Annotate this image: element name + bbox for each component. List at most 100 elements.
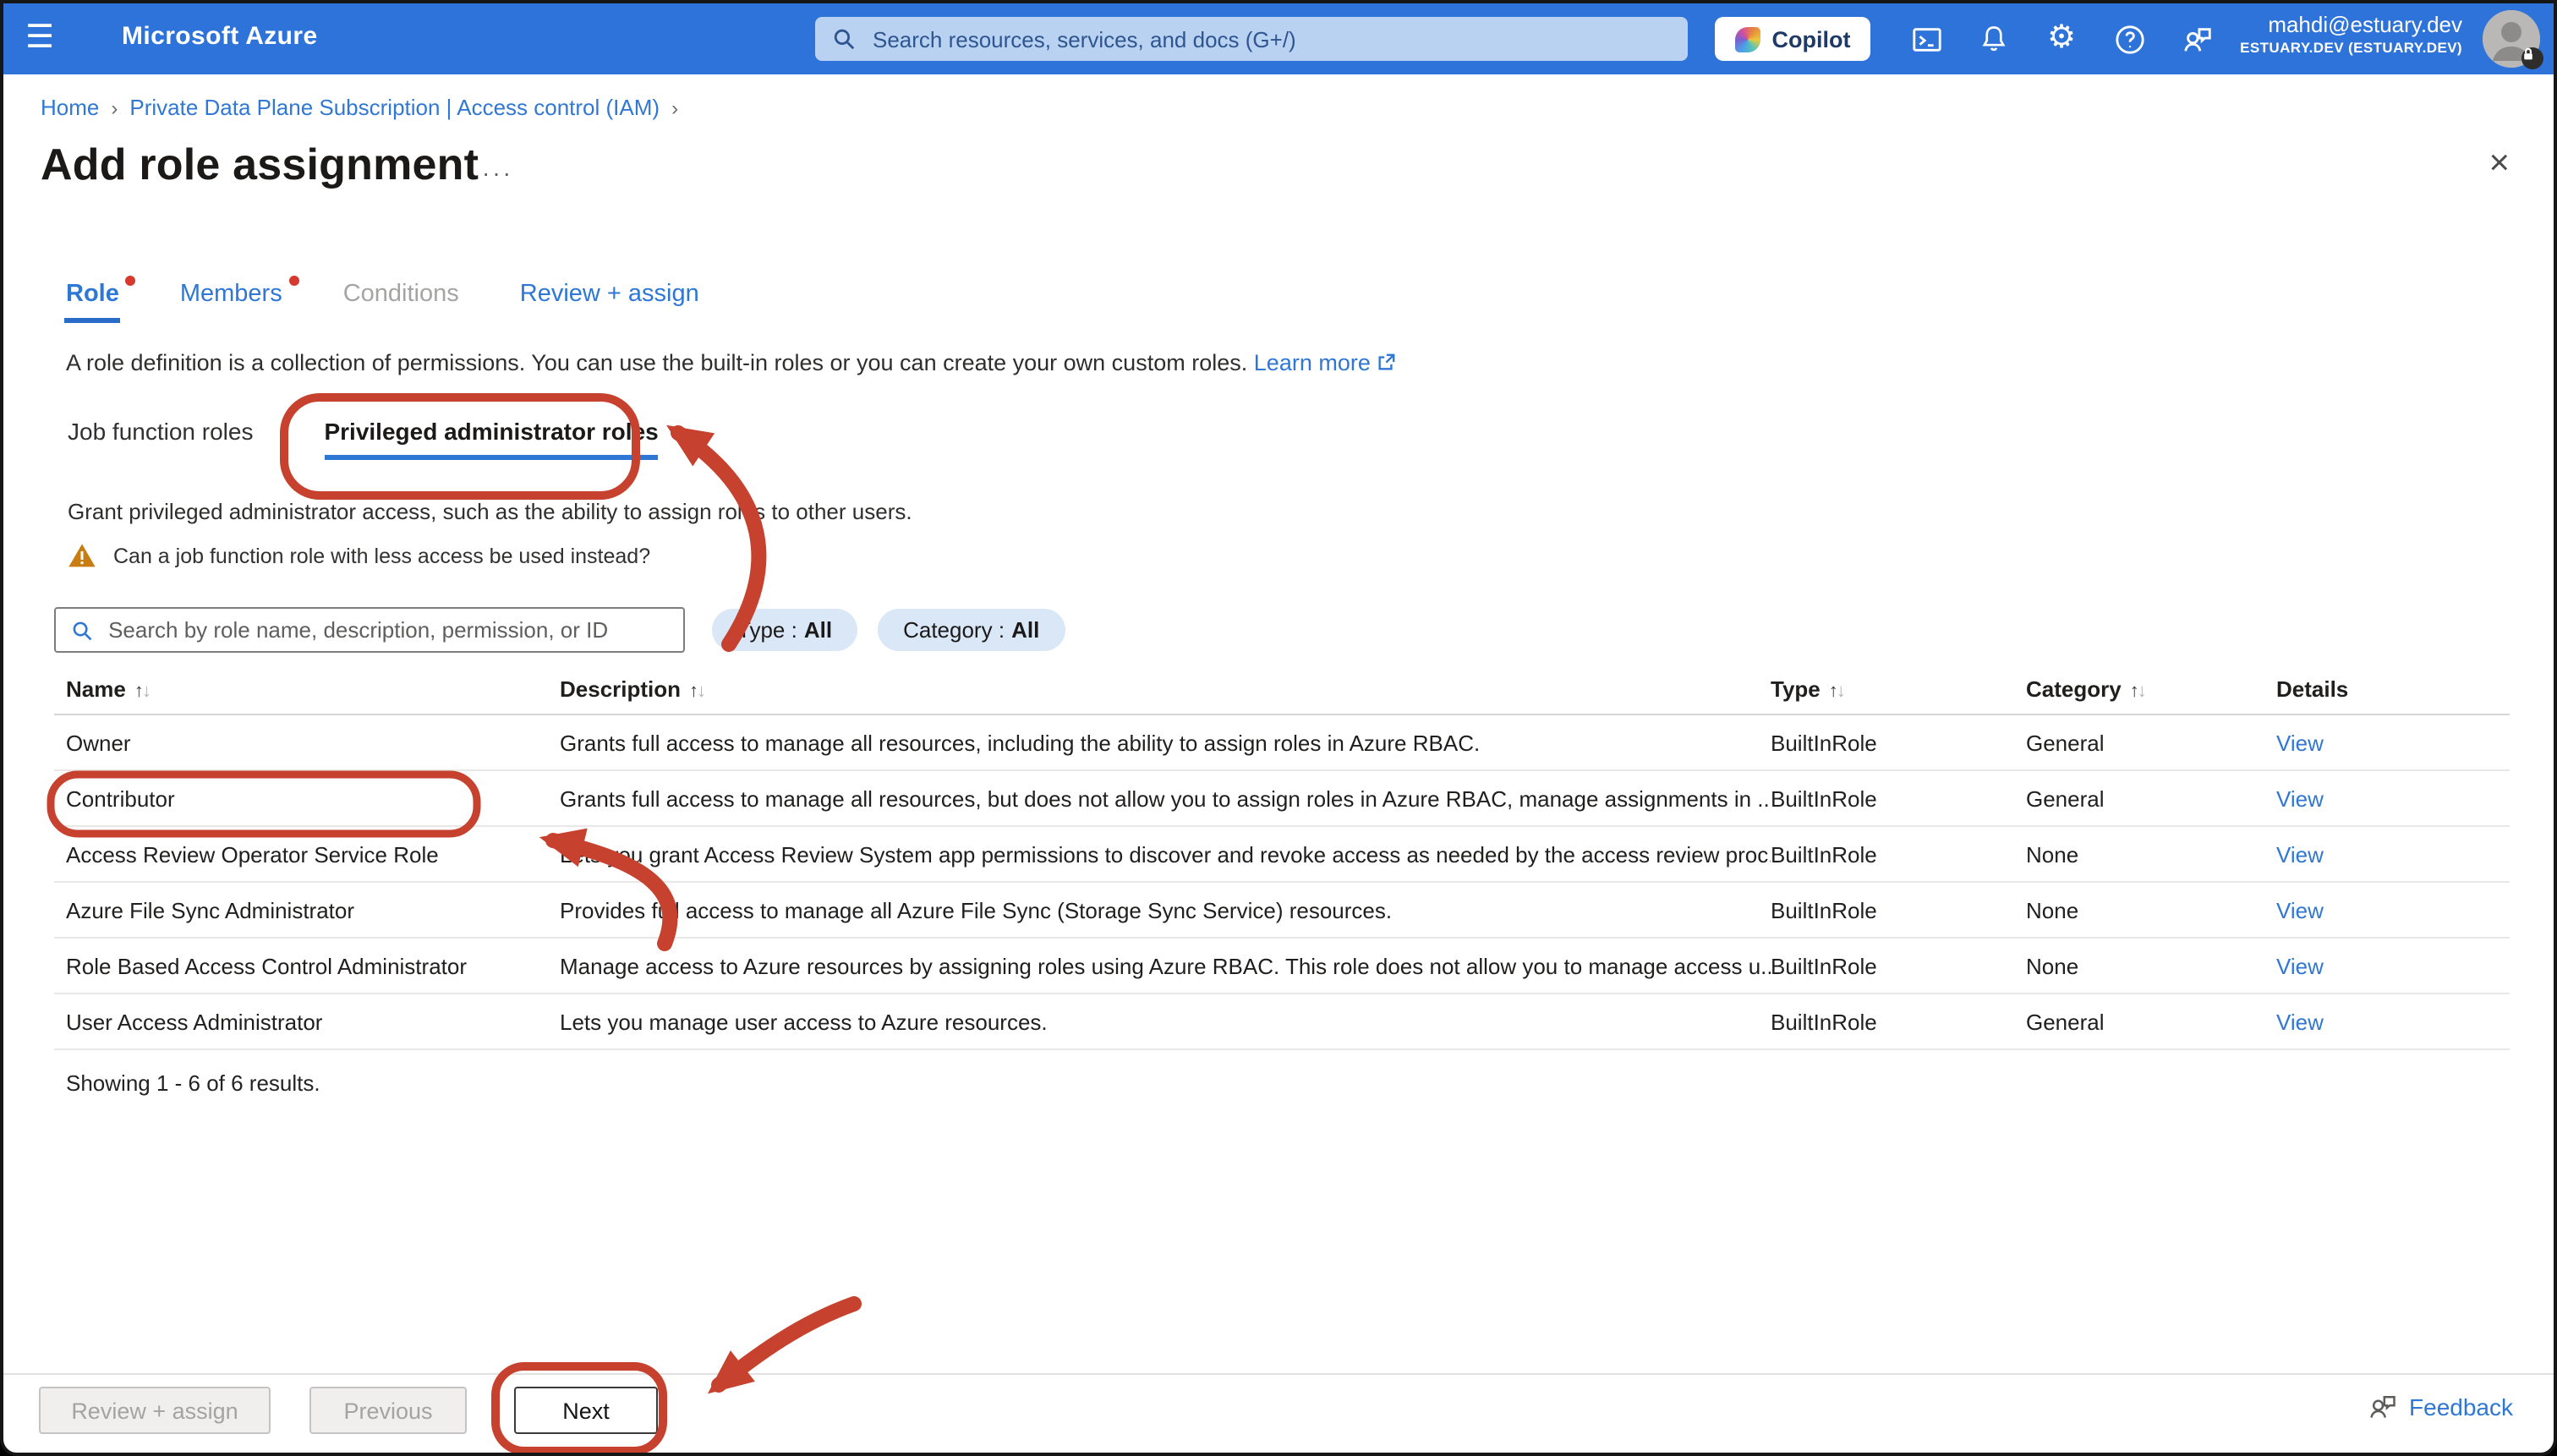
- tab-role[interactable]: Role: [66, 281, 119, 323]
- role-category: General: [2026, 785, 2276, 811]
- copilot-label: Copilot: [1772, 26, 1851, 52]
- notifications-bell-icon[interactable]: [1970, 15, 2018, 63]
- table-row[interactable]: User Access Administrator Lets you manag…: [54, 994, 2510, 1050]
- warning-triangle-icon: [68, 543, 96, 568]
- table-row[interactable]: Azure File Sync Administrator Provides f…: [54, 883, 2510, 939]
- role-type: BuiltInRole: [1771, 785, 2026, 811]
- role-type: BuiltInRole: [1771, 730, 2026, 755]
- user-tenant: ESTUARY.DEV (ESTUARY.DEV): [2240, 40, 2462, 57]
- sort-arrows-icon: ↑↓: [1829, 681, 1844, 702]
- view-details-link[interactable]: View: [2276, 953, 2324, 978]
- role-search[interactable]: [54, 607, 685, 653]
- view-details-link[interactable]: View: [2276, 785, 2324, 811]
- type-filter[interactable]: Type :All: [712, 609, 857, 651]
- role-category: General: [2026, 730, 2276, 755]
- settings-gear-icon[interactable]: ⚙: [2038, 15, 2085, 63]
- avatar[interactable]: [2483, 10, 2540, 68]
- tab-privileged-administrator-roles[interactable]: Privileged administrator roles: [324, 418, 658, 460]
- role-description: Provides full access to manage all Azure…: [560, 897, 1771, 922]
- column-header-description[interactable]: Description↑↓: [560, 676, 1771, 702]
- tab-job-function-roles[interactable]: Job function roles: [68, 418, 253, 460]
- column-header-details: Details: [2276, 676, 2510, 702]
- unsaved-dot: [289, 276, 299, 286]
- role-description: Lets you manage user access to Azure res…: [560, 1009, 1771, 1034]
- role-name: Owner: [54, 730, 560, 755]
- active-tab-underline: [324, 455, 658, 460]
- previous-button[interactable]: Previous: [309, 1387, 467, 1434]
- category-filter[interactable]: Category :All: [878, 609, 1065, 651]
- role-name: Role Based Access Control Administrator: [54, 953, 560, 978]
- results-count: Showing 1 - 6 of 6 results.: [66, 1070, 320, 1096]
- sort-arrows-icon: ↑↓: [2130, 681, 2145, 702]
- role-type: BuiltInRole: [1771, 897, 2026, 922]
- role-category: General: [2026, 1009, 2276, 1034]
- table-header: Name↑↓ Description↑↓ Type↑↓ Category↑↓ D…: [54, 665, 2510, 715]
- azure-portal-window: ☰ Microsoft Azure Copilot ⚙ mahdi@estuar…: [0, 0, 2557, 1456]
- external-link-icon: [1377, 353, 1395, 372]
- breadcrumb-parent-link[interactable]: Private Data Plane Subscription | Access…: [129, 95, 660, 120]
- lock-icon: [2521, 47, 2543, 69]
- feedback-link[interactable]: Feedback: [2367, 1392, 2513, 1422]
- roles-table: Name↑↓ Description↑↓ Type↑↓ Category↑↓ D…: [54, 665, 2510, 1050]
- help-icon[interactable]: [2105, 15, 2153, 63]
- role-type: BuiltInRole: [1771, 1009, 2026, 1034]
- brand-title: Microsoft Azure: [122, 22, 318, 51]
- role-description: Grants full access to manage all resourc…: [560, 730, 1771, 755]
- role-description: Manage access to Azure resources by assi…: [560, 953, 1771, 978]
- chevron-right-icon: ›: [671, 96, 678, 119]
- global-search-input[interactable]: [869, 25, 1671, 53]
- breadcrumb: Home › Private Data Plane Subscription |…: [41, 95, 678, 120]
- cloud-shell-icon[interactable]: [1903, 15, 1950, 63]
- sort-arrows-icon: ↑↓: [689, 681, 704, 702]
- close-icon[interactable]: ×: [2489, 145, 2510, 181]
- learn-more-link[interactable]: Learn more: [1254, 350, 1396, 375]
- global-search[interactable]: [815, 17, 1688, 61]
- unsaved-dot: [126, 276, 136, 286]
- column-header-type[interactable]: Type↑↓: [1771, 676, 2026, 702]
- view-details-link[interactable]: View: [2276, 730, 2324, 755]
- review-assign-button[interactable]: Review + assign: [39, 1387, 271, 1434]
- copilot-icon: [1735, 26, 1760, 52]
- role-description: Lets you grant Access Review System app …: [560, 841, 1771, 867]
- account-info[interactable]: mahdi@estuary.dev ESTUARY.DEV (ESTUARY.D…: [2240, 12, 2462, 57]
- role-category: None: [2026, 953, 2276, 978]
- page-title: Add role assignment: [41, 139, 479, 191]
- footer-divider: [3, 1373, 2554, 1375]
- column-header-name[interactable]: Name↑↓: [54, 676, 560, 702]
- table-row[interactable]: Access Review Operator Service Role Lets…: [54, 827, 2510, 883]
- grant-description: Grant privileged administrator access, s…: [68, 499, 912, 524]
- chevron-right-icon: ›: [111, 96, 118, 119]
- tab-members[interactable]: Members: [180, 281, 282, 323]
- user-email: mahdi@estuary.dev: [2240, 12, 2462, 40]
- next-button[interactable]: Next: [514, 1387, 658, 1434]
- role-name: Azure File Sync Administrator: [54, 897, 560, 922]
- view-details-link[interactable]: View: [2276, 1009, 2324, 1034]
- role-category: None: [2026, 897, 2276, 922]
- role-search-input[interactable]: [105, 616, 668, 644]
- filter-pills: Type :All Category :All: [712, 609, 1065, 651]
- tab-conditions[interactable]: Conditions: [343, 281, 459, 323]
- search-icon: [832, 27, 856, 51]
- context-menu-button[interactable]: ···: [482, 159, 513, 186]
- copilot-button[interactable]: Copilot: [1715, 17, 1870, 61]
- table-row[interactable]: Contributor Grants full access to manage…: [54, 771, 2510, 827]
- feedback-person-icon[interactable]: [2173, 15, 2220, 63]
- role-type: BuiltInRole: [1771, 841, 2026, 867]
- role-intro-text: A role definition is a collection of per…: [66, 350, 1395, 375]
- column-header-category[interactable]: Category↑↓: [2026, 676, 2276, 702]
- hamburger-menu-icon[interactable]: ☰: [25, 15, 54, 63]
- search-icon: [71, 618, 93, 642]
- role-category: None: [2026, 841, 2276, 867]
- table-row[interactable]: Owner Grants full access to manage all r…: [54, 715, 2510, 771]
- warning-banner: Can a job function role with less access…: [68, 543, 650, 568]
- role-type-tabs: Job function roles Privileged administra…: [68, 418, 659, 460]
- breadcrumb-home-link[interactable]: Home: [41, 95, 99, 120]
- active-tab-underline: [64, 318, 121, 323]
- view-details-link[interactable]: View: [2276, 897, 2324, 922]
- role-description: Grants full access to manage all resourc…: [560, 785, 1771, 811]
- view-details-link[interactable]: View: [2276, 841, 2324, 867]
- table-row[interactable]: Role Based Access Control Administrator …: [54, 939, 2510, 994]
- role-name: Contributor: [54, 785, 560, 811]
- tab-review-assign[interactable]: Review + assign: [520, 281, 699, 323]
- warning-text: Can a job function role with less access…: [113, 544, 650, 567]
